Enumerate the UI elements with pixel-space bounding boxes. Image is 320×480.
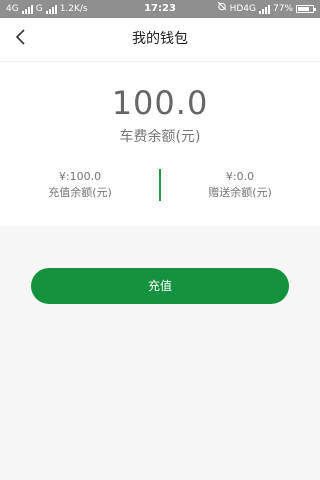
wallet-summary: 100.0 车费余额(元) ¥:100.0 充值余额(元) ¥:0.0 赠送余额… (0, 62, 320, 226)
status-right: HD4G 77% (217, 0, 316, 18)
gift-balance-amount: ¥:0.0 (225, 170, 255, 183)
signal-icon (258, 4, 270, 14)
recharge-balance-label: 充值余额(元) (48, 186, 112, 199)
header: 我的钱包 (0, 18, 320, 62)
battery-percent: 77% (272, 4, 293, 14)
status-bar: 4G G 1.2K/s 17:23 HD4G 77% (0, 0, 320, 18)
recharge-balance: ¥:100.0 充值余额(元) (0, 170, 160, 201)
network-indicators: HD4G (229, 4, 256, 14)
total-balance-label: 车费余额(元) (119, 129, 201, 145)
total-balance-amount: 100.0 (111, 84, 209, 122)
recharge-button[interactable]: 充值 (31, 268, 289, 304)
recharge-balance-amount: ¥:100.0 (58, 170, 102, 183)
battery-icon (296, 5, 316, 13)
page-title: 我的钱包 (132, 31, 188, 47)
alarm-off-icon (217, 0, 227, 18)
gift-balance: ¥:0.0 赠送余额(元) (160, 170, 320, 201)
gift-balance-label: 赠送余额(元) (208, 186, 272, 199)
